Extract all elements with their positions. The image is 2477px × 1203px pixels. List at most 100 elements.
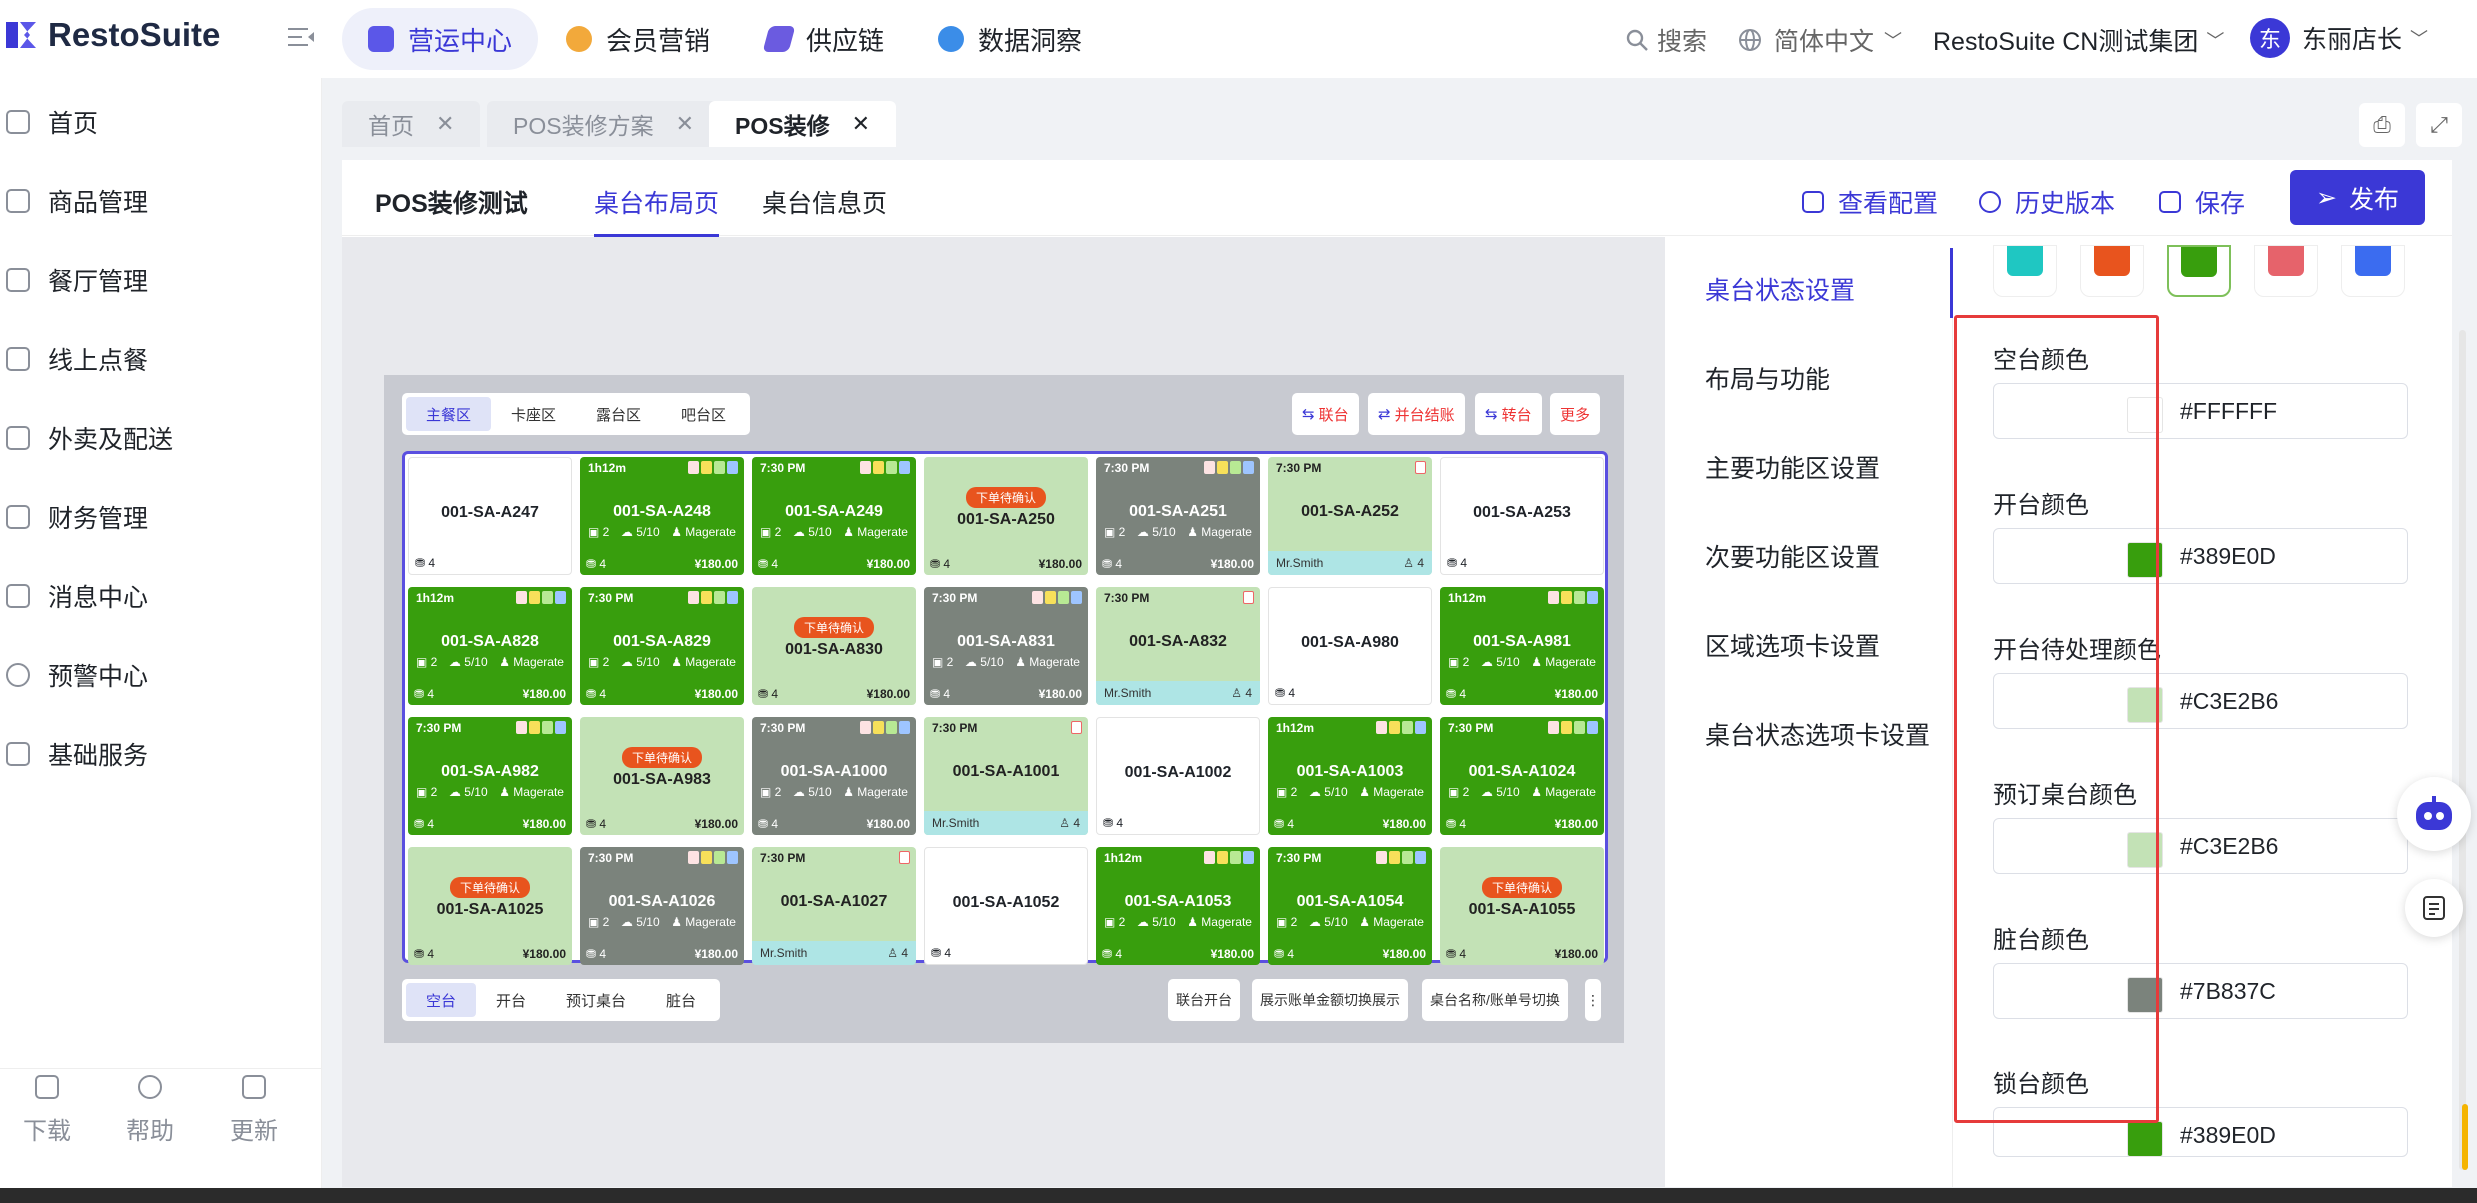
- transfer-table-button[interactable]: ⇆ 转台: [1475, 393, 1542, 435]
- brand-name: RestoSuite: [48, 16, 221, 53]
- nav-tab-membership[interactable]: 会员营销: [540, 8, 736, 70]
- table-card[interactable]: 7:30 PM 001-SA-A252 Mr.Smith ♙ 4: [1268, 457, 1432, 575]
- table-card[interactable]: 下单待确认 001-SA-A983 ⛃ 4 ¥180.00: [580, 717, 744, 835]
- scrollbar-thumb[interactable]: [2462, 1104, 2468, 1170]
- table-card[interactable]: 7:30 PM 001-SA-A1001 Mr.Smith ♙ 4: [924, 717, 1088, 835]
- nav-tab-operations[interactable]: 营运中心: [342, 8, 539, 70]
- table-card[interactable]: 7:30 PM 001-SA-A1027 Mr.Smith ♙ 4: [752, 847, 916, 965]
- theme-swatch[interactable]: [2080, 245, 2144, 297]
- status-tab-dirty[interactable]: 脏台: [646, 983, 716, 1017]
- settings-nav-secondary[interactable]: 次要功能区设置: [1705, 538, 1880, 574]
- table-card[interactable]: 1h12m 001-SA-A1003 ▣ 2 ☁ 5/10 ♟ Magerate ⛃ 4 ¥…: [1268, 717, 1432, 835]
- settings-nav-primary[interactable]: 主要功能区设置: [1705, 449, 1880, 485]
- update-button[interactable]: 更新: [214, 1075, 294, 1146]
- help-button[interactable]: 帮助: [110, 1075, 190, 1146]
- table-card[interactable]: 7:30 PM 001-SA-A251 ▣ 2 ☁ 5/10 ♟ Magerate ⛃ 4…: [1096, 457, 1260, 575]
- settings-nav-table-status[interactable]: 桌台状态设置: [1705, 271, 1855, 307]
- theme-swatch[interactable]: [1993, 245, 2057, 297]
- org-select[interactable]: RestoSuite CN测试集团 ﹀: [1933, 22, 2224, 58]
- table-card[interactable]: 下单待确认 001-SA-A1055 ⛃ 4 ¥180.00: [1440, 847, 1604, 965]
- table-card[interactable]: 7:30 PM 001-SA-A832 Mr.Smith ♙ 4: [1096, 587, 1260, 705]
- table-card[interactable]: 下单待确认 001-SA-A830 ⛃ 4 ¥180.00: [752, 587, 916, 705]
- swatch-color: [2355, 246, 2391, 276]
- zone-tab-booth[interactable]: 卡座区: [491, 397, 576, 431]
- status-tab-empty[interactable]: 空台: [406, 983, 477, 1017]
- table-card[interactable]: 7:30 PM 001-SA-A1000 ▣ 2 ☁ 5/10 ♟ Magerate ⛃ …: [752, 717, 916, 835]
- tab-table-layout[interactable]: 桌台布局页: [594, 184, 720, 237]
- close-icon[interactable]: ✕: [852, 111, 870, 137]
- page-tab-pos-decor[interactable]: POS装修 ✕: [709, 101, 897, 147]
- user-menu[interactable]: 东 东丽店长 ﹀: [2250, 18, 2428, 58]
- table-card[interactable]: 001-SA-A1052 ⛃ 4: [924, 847, 1088, 965]
- print-icon[interactable]: ⎙: [2359, 103, 2405, 147]
- table-card[interactable]: 7:30 PM 001-SA-A1054 ▣ 2 ☁ 5/10 ♟ Magerate ⛃ …: [1268, 847, 1432, 965]
- table-card[interactable]: 001-SA-A1002 ⛃ 4: [1096, 717, 1260, 835]
- table-card[interactable]: 1h12m 001-SA-A981 ▣ 2 ☁ 5/10 ♟ Magerate ⛃ 4 ¥1…: [1440, 587, 1604, 705]
- table-card[interactable]: 001-SA-A247 ⛃ 4: [408, 457, 572, 575]
- publish-button[interactable]: ➢ 发布: [2290, 170, 2425, 225]
- color-chip[interactable]: [2127, 1121, 2163, 1157]
- settings-nav-status-tabs[interactable]: 桌台状态选项卡设置: [1705, 716, 1930, 752]
- theme-swatch[interactable]: [2341, 245, 2405, 297]
- combine-checkout-button[interactable]: ⇄ 并台结账: [1368, 393, 1465, 435]
- theme-swatch-selected[interactable]: [2167, 245, 2231, 297]
- table-card[interactable]: 001-SA-A980 ⛃ 4: [1268, 587, 1432, 705]
- view-config-button[interactable]: 查看配置: [1802, 184, 1938, 220]
- sidebar-item-alerts[interactable]: 预警中心: [0, 645, 322, 705]
- guest-count: 2: [1462, 655, 1470, 669]
- status-tab-reserved[interactable]: 预订桌台: [546, 983, 646, 1017]
- download-button[interactable]: 下载: [7, 1075, 87, 1146]
- table-card[interactable]: 7:30 PM 001-SA-A829 ▣ 2 ☁ 5/10 ♟ Magerate ⛃ 4…: [580, 587, 744, 705]
- merge-open-button[interactable]: 联台开台: [1168, 979, 1240, 1021]
- table-card[interactable]: 7:30 PM 001-SA-A831 ▣ 2 ☁ 5/10 ♟ Magerate ⛃ 4…: [924, 587, 1088, 705]
- sidebar-item-products[interactable]: 商品管理: [0, 171, 322, 231]
- close-icon[interactable]: ✕: [676, 111, 694, 137]
- table-card[interactable]: 7:30 PM 001-SA-A1026 ▣ 2 ☁ 5/10 ♟ Magerate ⛃ …: [580, 847, 744, 965]
- collapse-menu-icon[interactable]: [288, 26, 314, 48]
- send-icon: ➢: [2316, 183, 2337, 212]
- notes-button[interactable]: [2405, 879, 2463, 937]
- more-dots-icon[interactable]: ⋮: [1585, 979, 1601, 1021]
- theme-swatch[interactable]: [2254, 245, 2318, 297]
- page-tab-pos-scheme[interactable]: POS装修方案 ✕: [487, 101, 721, 147]
- sidebar-item-restaurant[interactable]: 餐厅管理: [0, 250, 322, 310]
- bill-amount: ¥180.00: [866, 557, 910, 571]
- page-tab-home[interactable]: 首页 ✕: [342, 101, 481, 147]
- table-card[interactable]: 001-SA-A253 ⛃ 4: [1440, 457, 1604, 575]
- language-select[interactable]: 简体中文 ﹀: [1738, 22, 1902, 58]
- sidebar-item-messages[interactable]: 消息中心: [0, 566, 322, 626]
- table-card[interactable]: 下单待确认 001-SA-A1025 ⛃ 4 ¥180.00: [408, 847, 572, 965]
- save-button[interactable]: 保存: [2159, 184, 2245, 220]
- sidebar-item-basic-services[interactable]: 基础服务: [0, 724, 322, 784]
- table-card[interactable]: 下单待确认 001-SA-A250 ⛃ 4 ¥180.00: [924, 457, 1088, 575]
- table-card[interactable]: 7:30 PM 001-SA-A1024 ▣ 2 ☁ 5/10 ♟ Magerate ⛃ …: [1440, 717, 1604, 835]
- sidebar-item-online-order[interactable]: 线上点餐: [0, 329, 322, 389]
- settings-nav-layout[interactable]: 布局与功能: [1705, 360, 1830, 396]
- status-tab-open[interactable]: 开台: [476, 983, 546, 1017]
- tab-table-info[interactable]: 桌台信息页: [762, 184, 887, 220]
- zone-tab-main[interactable]: 主餐区: [406, 397, 492, 431]
- sidebar-item-delivery[interactable]: 外卖及配送: [0, 408, 322, 468]
- merge-table-button[interactable]: ⇆ 联台: [1292, 393, 1359, 435]
- search-button[interactable]: 搜索: [1625, 22, 1707, 58]
- table-card[interactable]: 1h12m 001-SA-A828 ▣ 2 ☁ 5/10 ♟ Magerate ⛃ 4 ¥1…: [408, 587, 572, 705]
- nav-tab-supply-chain[interactable]: 供应链: [740, 8, 910, 70]
- fullscreen-icon[interactable]: ⤢: [2416, 103, 2462, 147]
- close-icon[interactable]: ✕: [436, 111, 454, 137]
- nav-tab-data-insight[interactable]: 数据洞察: [912, 8, 1108, 70]
- sidebar-item-finance[interactable]: 财务管理: [0, 487, 322, 547]
- more-button[interactable]: 更多: [1550, 393, 1601, 435]
- toggle-amount-button[interactable]: 展示账单金额切换展示: [1252, 979, 1408, 1021]
- zone-tab-bar[interactable]: 吧台区: [661, 397, 746, 431]
- sidebar-item-home[interactable]: 首页: [0, 92, 322, 152]
- history-button[interactable]: 历史版本: [1979, 184, 2115, 220]
- table-card[interactable]: 1h12m 001-SA-A1053 ▣ 2 ☁ 5/10 ♟ Magerate ⛃ 4 ¥…: [1096, 847, 1260, 965]
- zone-tab-terrace[interactable]: 露台区: [576, 397, 661, 431]
- table-card[interactable]: 1h12m 001-SA-A248 ▣ 2 ☁ 5/10 ♟ Magerate ⛃ 4 ¥1…: [580, 457, 744, 575]
- table-card[interactable]: 7:30 PM 001-SA-A249 ▣ 2 ☁ 5/10 ♟ Magerate ⛃ 4…: [752, 457, 916, 575]
- settings-nav-zone-tabs[interactable]: 区域选项卡设置: [1705, 627, 1880, 663]
- table-card[interactable]: 7:30 PM 001-SA-A982 ▣ 2 ☁ 5/10 ♟ Magerate ⛃ 4…: [408, 717, 572, 835]
- toggle-name-button[interactable]: 桌台名称/账单号切换: [1422, 979, 1568, 1021]
- scrollbar-track[interactable]: [2459, 330, 2466, 1170]
- assistant-bot-button[interactable]: [2397, 777, 2471, 851]
